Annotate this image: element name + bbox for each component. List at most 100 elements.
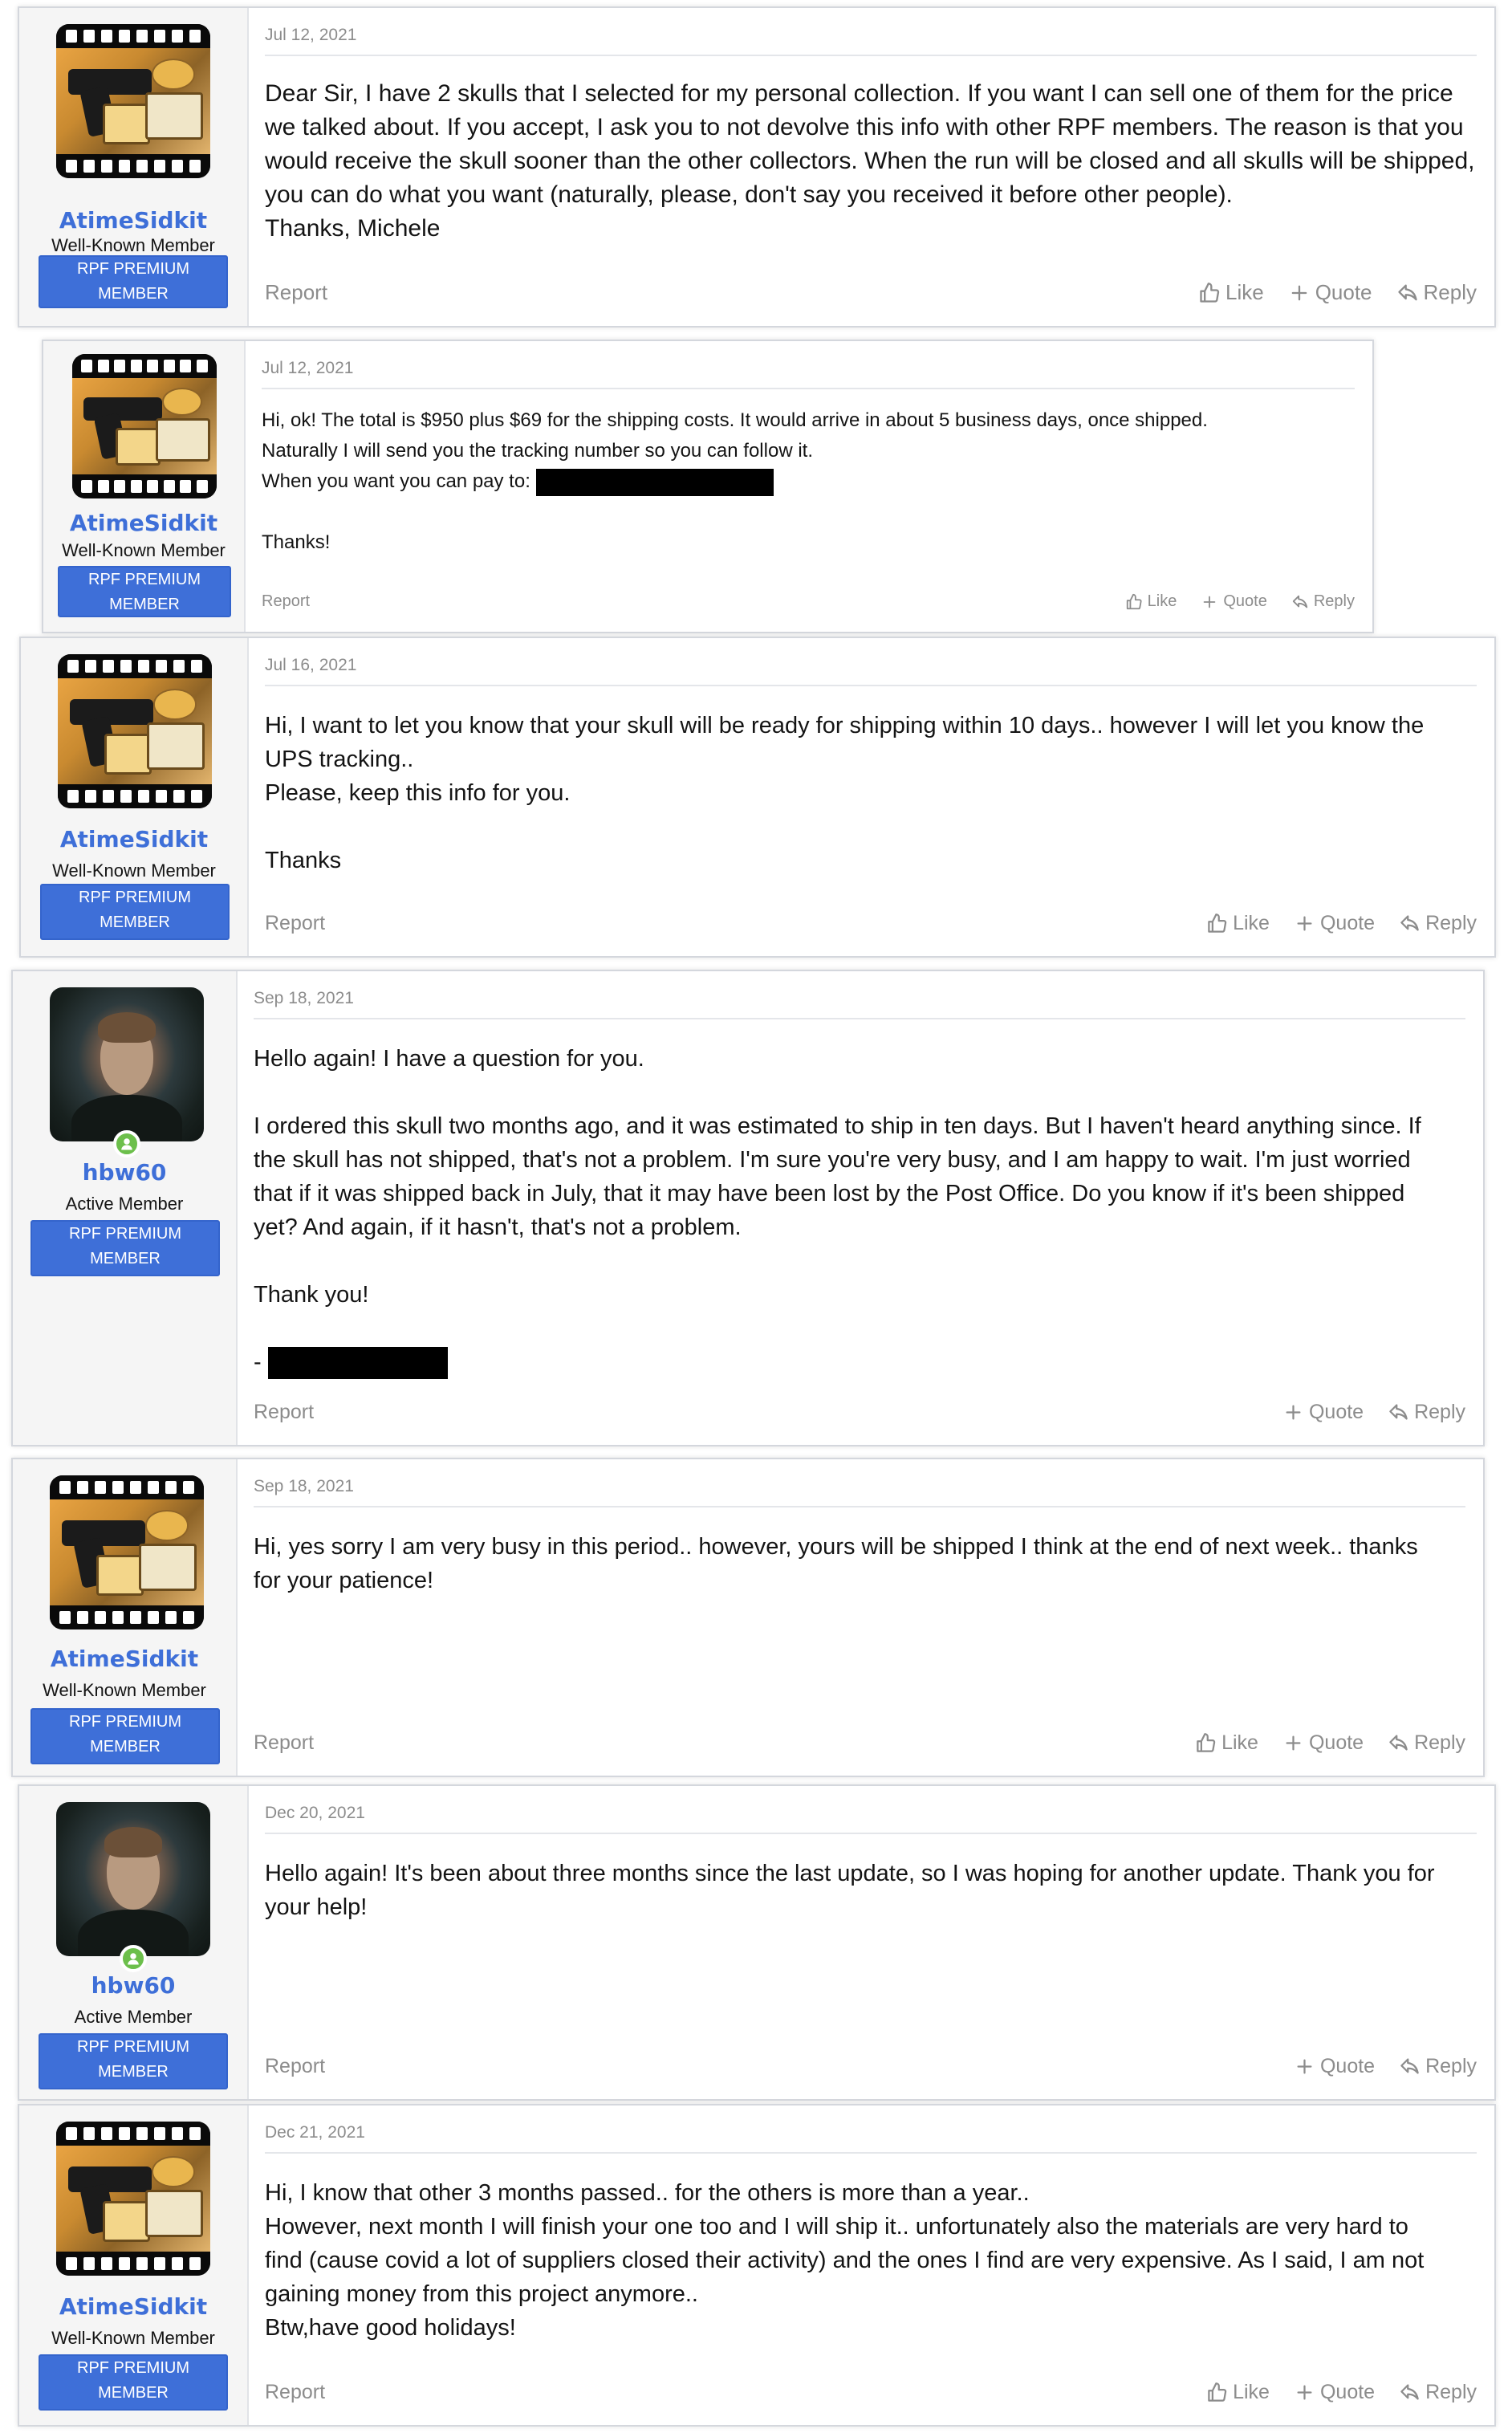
card-shape xyxy=(145,2190,203,2238)
report-link[interactable]: Report xyxy=(262,592,310,611)
reply-button[interactable]: Reply xyxy=(1388,1401,1465,1424)
quote-button[interactable]: Quote xyxy=(1282,1731,1364,1755)
reply-button[interactable]: Reply xyxy=(1388,1731,1465,1755)
user-photo-avatar[interactable] xyxy=(50,987,204,1141)
like-button[interactable]: Like xyxy=(1198,280,1264,305)
quote-button[interactable]: Quote xyxy=(1288,280,1372,305)
post-line: your help! xyxy=(265,1890,1477,1924)
report-link[interactable]: Report xyxy=(265,912,325,935)
reply-button[interactable]: Reply xyxy=(1399,2381,1477,2404)
username[interactable]: AtimeSidkit xyxy=(21,826,247,852)
post-line: you can do what you want (naturally, ple… xyxy=(265,178,1477,212)
like-icon xyxy=(1198,282,1221,304)
quote-button[interactable]: Quote xyxy=(1294,912,1375,935)
post-line-text: we talked about. If you accept, I ask yo… xyxy=(265,114,1464,140)
film-strip-bottom xyxy=(56,2252,210,2276)
post-line-text: you can do what you want (naturally, ple… xyxy=(265,181,1233,208)
like-button[interactable]: Like xyxy=(1206,912,1270,935)
quote-icon xyxy=(1294,2382,1315,2403)
post-line xyxy=(265,810,1477,844)
quote-button-label: Quote xyxy=(1319,2055,1376,2077)
quote-button[interactable]: Quote xyxy=(1294,2055,1375,2078)
post-line: Dear Sir, I have 2 skulls that I selecte… xyxy=(265,77,1477,111)
username[interactable]: hbw60 xyxy=(13,1159,236,1186)
report-link[interactable]: Report xyxy=(254,1731,314,1755)
post-line-text: Hi, I want to let you know that your sku… xyxy=(265,713,1425,738)
gun-shape xyxy=(70,699,154,726)
quote-icon xyxy=(1294,913,1315,934)
reply-button[interactable]: Reply xyxy=(1396,280,1477,305)
gun-shape xyxy=(68,2167,152,2193)
report-link[interactable]: Report xyxy=(265,2055,325,2078)
message-post: AtimeSidkit Well-Known Member RPF PREMIUM … xyxy=(11,1458,1485,1777)
quote-button[interactable]: Quote xyxy=(1294,2381,1375,2404)
user-photo-avatar[interactable] xyxy=(56,1802,210,1956)
kodak-film-avatar[interactable] xyxy=(72,354,217,498)
post-line: However, next month I will finish your o… xyxy=(265,2210,1477,2244)
like-button[interactable]: Like xyxy=(1195,1731,1258,1755)
post-body: Hello again! It's been about three month… xyxy=(265,1857,1477,1924)
post-line: Hi, I know that other 3 months passed.. … xyxy=(265,2176,1477,2210)
post-date[interactable]: Sep 18, 2021 xyxy=(254,1477,354,1496)
reply-button[interactable]: Reply xyxy=(1399,2055,1477,2078)
username[interactable]: AtimeSidkit xyxy=(13,1646,236,1672)
post-line: Thanks xyxy=(265,844,1477,877)
reply-icon xyxy=(1388,1732,1409,1754)
message-user-column: hbw60 Active Member RPF PREMIUM MEMBER xyxy=(19,1786,249,2099)
kodak-film-avatar[interactable] xyxy=(56,2122,210,2276)
kodak-film-avatar[interactable] xyxy=(58,654,212,808)
report-link[interactable]: Report xyxy=(265,280,327,305)
kodak-film-avatar[interactable] xyxy=(50,1475,204,1629)
avatar-image xyxy=(50,1499,204,1605)
post-line xyxy=(254,1076,1465,1109)
message-user-column: AtimeSidkit Well-Known Member RPF PREMIUM … xyxy=(19,2105,249,2425)
quote-icon xyxy=(1282,1732,1304,1754)
card-shape xyxy=(156,418,210,462)
quote-button[interactable]: Quote xyxy=(1201,592,1267,611)
like-button-label: Like xyxy=(1233,912,1270,934)
quote-button-label: Quote xyxy=(1315,280,1372,304)
message-user-column: AtimeSidkit Well-Known Member RPF PREMIUM … xyxy=(43,341,246,632)
post-body: Dear Sir, I have 2 skulls that I selecte… xyxy=(265,77,1477,246)
post-line-text: Hi, yes sorry I am very busy in this per… xyxy=(254,1534,1418,1560)
post-actions: Like Quote Reply xyxy=(1195,1731,1465,1755)
post-date[interactable]: Jul 16, 2021 xyxy=(265,656,356,675)
post-date[interactable]: Jul 12, 2021 xyxy=(262,359,353,378)
post-date[interactable]: Sep 18, 2021 xyxy=(254,989,354,1008)
like-icon xyxy=(1206,913,1228,934)
username[interactable]: hbw60 xyxy=(19,1972,247,1999)
username[interactable]: AtimeSidkit xyxy=(43,510,244,536)
message-post: hbw60 Active Member RPF PREMIUM MEMBER Dec … xyxy=(18,1784,1496,2101)
post-line: When you want you can pay to: xyxy=(262,466,1355,497)
quote-button-label: Quote xyxy=(1319,912,1376,934)
like-button[interactable]: Like xyxy=(1206,2381,1270,2404)
post-date[interactable]: Dec 20, 2021 xyxy=(265,1804,365,1823)
post-line-text: Hi, I know that other 3 months passed.. … xyxy=(265,2180,1030,2206)
premium-member-badge: RPF PREMIUM MEMBER xyxy=(58,566,231,617)
username[interactable]: AtimeSidkit xyxy=(19,2293,247,2320)
message-post: AtimeSidkit Well-Known Member RPF PREMIUM … xyxy=(18,6,1496,328)
username[interactable]: AtimeSidkit xyxy=(19,207,247,234)
reply-button-label: Reply xyxy=(1423,280,1477,304)
report-link[interactable]: Report xyxy=(265,2381,325,2404)
report-link[interactable]: Report xyxy=(254,1401,314,1424)
user-title: Well-Known Member xyxy=(43,1680,206,1700)
card-shape xyxy=(139,1544,197,1592)
post-date[interactable]: Dec 21, 2021 xyxy=(265,2123,365,2142)
card-shape xyxy=(116,428,161,466)
post-line: Please, keep this info for you. xyxy=(265,776,1477,810)
quote-icon xyxy=(1288,282,1311,304)
post-date[interactable]: Jul 12, 2021 xyxy=(265,26,356,45)
message-user-column: AtimeSidkit Well-Known Member RPF PREMIUM … xyxy=(21,638,249,956)
premium-member-badge: RPF PREMIUM MEMBER xyxy=(39,2354,228,2411)
quote-button[interactable]: Quote xyxy=(1282,1401,1364,1424)
coin-shape xyxy=(152,2156,195,2187)
post-line: Thank you! xyxy=(254,1278,1465,1312)
card-shape xyxy=(102,2200,151,2242)
reply-button[interactable]: Reply xyxy=(1291,592,1355,611)
reply-icon xyxy=(1396,282,1419,304)
kodak-film-avatar[interactable] xyxy=(56,24,210,178)
post-line: - xyxy=(254,1345,1465,1380)
like-button[interactable]: Like xyxy=(1125,592,1177,611)
reply-button[interactable]: Reply xyxy=(1399,912,1477,935)
